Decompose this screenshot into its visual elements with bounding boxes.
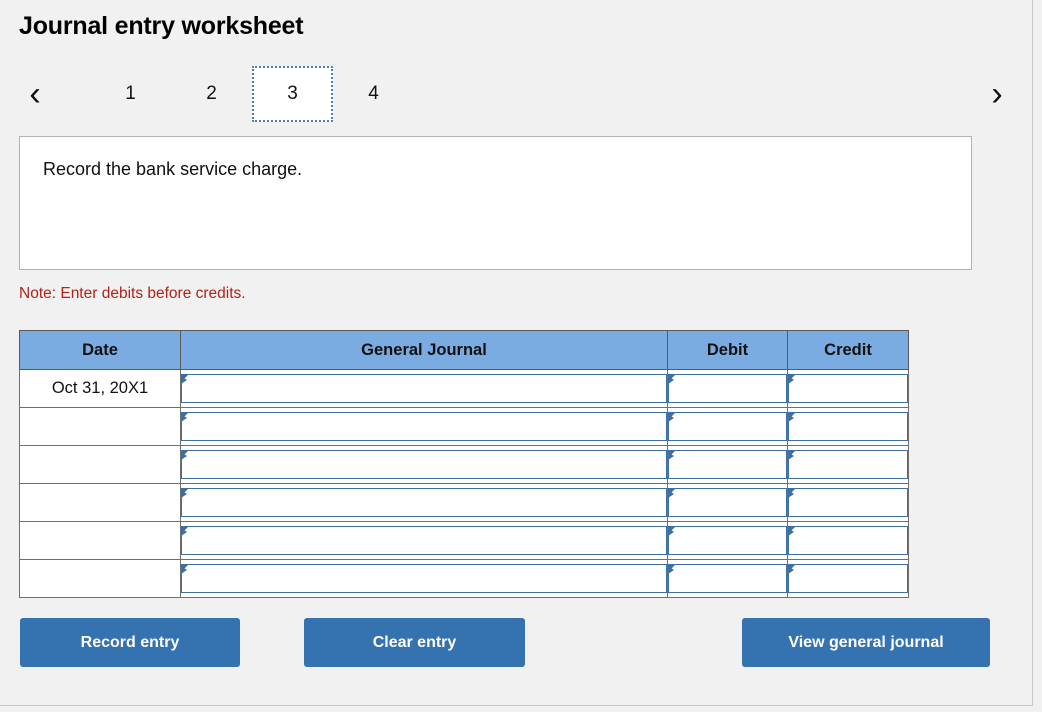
dropdown-marker-icon [668,489,675,501]
dropdown-marker-icon [788,413,795,425]
dropdown-marker-icon [668,375,675,387]
credit-input-5[interactable] [788,526,908,555]
account-select-4[interactable] [181,488,667,517]
cell-general-journal [180,445,668,484]
cell-date [19,483,181,522]
dropdown-marker-icon [788,565,795,577]
table-row [19,445,909,484]
instruction-text: Record the bank service charge. [43,159,303,179]
column-header-debit: Debit [667,330,788,370]
dropdown-marker-icon [788,489,795,501]
chevron-left-icon[interactable]: ‹ [18,66,52,122]
dropdown-marker-icon [668,565,675,577]
cell-debit [667,559,788,598]
clear-entry-button[interactable]: Clear entry [304,618,525,667]
table-header: Date General Journal Debit Credit [19,330,909,370]
dropdown-marker-icon [788,375,795,387]
dropdown-marker-icon [788,451,795,463]
column-header-general-journal: General Journal [180,330,668,370]
cell-credit [787,445,909,484]
journal-entry-table: Date General Journal Debit Credit Oct 31… [19,330,909,598]
instruction-panel: Record the bank service charge. [19,136,972,270]
dropdown-marker-icon [181,565,188,577]
cell-general-journal [180,559,668,598]
pager-page-3[interactable]: 3 [252,66,333,122]
account-select-6[interactable] [181,564,667,593]
table-header-row: Date General Journal Debit Credit [19,330,909,370]
debit-input-5[interactable] [668,526,787,555]
view-general-journal-button[interactable]: View general journal [742,618,990,667]
cell-general-journal [180,521,668,560]
column-header-credit: Credit [787,330,909,370]
cell-credit [787,369,909,408]
page-title: Journal entry worksheet [19,12,304,40]
cell-debit [667,483,788,522]
cell-date [19,521,181,560]
cell-debit [667,445,788,484]
table-row: Oct 31, 20X1 [19,369,909,408]
account-select-5[interactable] [181,526,667,555]
debit-input-3[interactable] [668,450,787,479]
account-select-3[interactable] [181,450,667,479]
cell-credit [787,483,909,522]
record-entry-button[interactable]: Record entry [20,618,240,667]
credit-input-2[interactable] [788,412,908,441]
pager-page-4[interactable]: 4 [333,66,414,122]
cell-credit [787,521,909,560]
credit-input-1[interactable] [788,374,908,403]
pager-page-1[interactable]: 1 [90,66,171,122]
cell-credit [787,407,909,446]
cell-general-journal [180,369,668,408]
cell-general-journal [180,407,668,446]
page-right-gutter [1033,0,1042,712]
account-select-2[interactable] [181,412,667,441]
debit-input-1[interactable] [668,374,787,403]
journal-entry-worksheet-page: Journal entry worksheet ‹ 1 2 3 4 › Reco… [0,0,1042,712]
dropdown-marker-icon [181,413,188,425]
dropdown-marker-icon [668,527,675,539]
dropdown-marker-icon [181,527,188,539]
cell-debit [667,407,788,446]
cell-debit [667,369,788,408]
cell-date [19,445,181,484]
dropdown-marker-icon [668,451,675,463]
debit-input-6[interactable] [668,564,787,593]
credit-input-4[interactable] [788,488,908,517]
chevron-right-icon[interactable]: › [980,66,1014,122]
credit-input-6[interactable] [788,564,908,593]
table-row [19,407,909,446]
cell-date: Oct 31, 20X1 [19,369,181,408]
dropdown-marker-icon [181,451,188,463]
debits-before-credits-note: Note: Enter debits before credits. [19,285,246,302]
table-row [19,559,909,598]
account-select-1[interactable] [181,374,667,403]
dropdown-marker-icon [668,413,675,425]
dropdown-marker-icon [181,375,188,387]
debit-input-2[interactable] [668,412,787,441]
table-body: Oct 31, 20X1 [19,369,909,598]
cell-general-journal [180,483,668,522]
dropdown-marker-icon [181,489,188,501]
dropdown-marker-icon [788,527,795,539]
page-bottom-border [0,705,1032,706]
cell-date [19,407,181,446]
debit-input-4[interactable] [668,488,787,517]
column-header-date: Date [19,330,181,370]
worksheet-pager: ‹ 1 2 3 4 › [18,66,1014,122]
cell-credit [787,559,909,598]
cell-date [19,559,181,598]
table-row [19,521,909,560]
table-row [19,483,909,522]
pager-page-list: 1 2 3 4 [90,66,414,122]
credit-input-3[interactable] [788,450,908,479]
pager-page-2[interactable]: 2 [171,66,252,122]
cell-debit [667,521,788,560]
